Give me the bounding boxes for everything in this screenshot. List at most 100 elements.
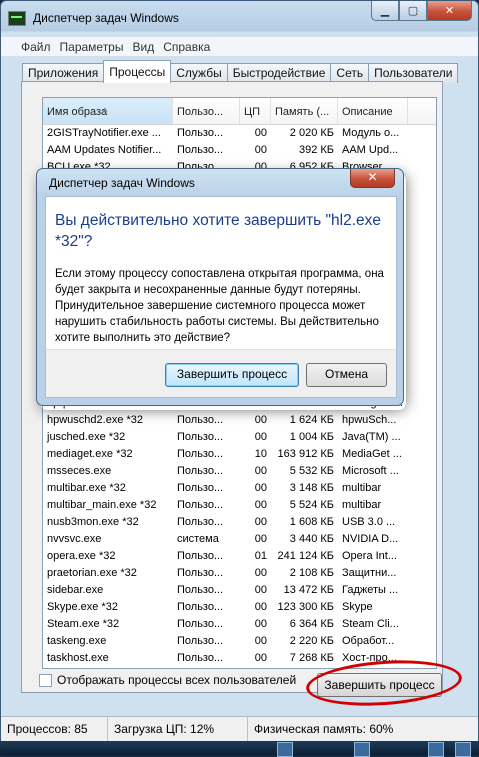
dialog-footer: Завершить процесс Отмена	[45, 349, 397, 398]
process-description: multibar	[342, 482, 382, 494]
process-name: msseces.exe	[47, 465, 112, 477]
column-memory[interactable]: Память (...	[271, 98, 338, 124]
menu-file[interactable]: Файл	[21, 37, 51, 56]
column-user[interactable]: Пользо...	[173, 98, 240, 124]
process-user: Пользо...	[177, 652, 224, 664]
process-memory: 3 148 КБ	[289, 482, 334, 494]
table-row[interactable]: nvvsvc.exe система 00 3 440 КБ NVIDIA D...	[43, 531, 436, 548]
process-cpu: 00	[254, 567, 267, 579]
process-cpu: 00	[254, 431, 267, 443]
process-user: Пользо...	[177, 584, 224, 596]
process-description: Обработ...	[342, 635, 395, 647]
process-cpu: 00	[254, 533, 267, 545]
table-row[interactable]: jusched.exe *32 Пользо... 00 1 004 КБ Java(T…	[43, 429, 436, 446]
process-description: multibar	[342, 499, 382, 511]
table-row[interactable]: multibar.exe *32 Пользо... 00 3 148 КБ multi…	[43, 480, 436, 497]
process-cpu: 00	[254, 652, 267, 664]
table-row[interactable]: mediaget.exe *32 Пользо... 10 163 912 КБ Med…	[43, 446, 436, 463]
column-image-name[interactable]: ▲ Имя образа	[43, 98, 173, 124]
status-cpu: Загрузка ЦП: 12%	[108, 717, 248, 741]
task-manager-icon	[8, 11, 26, 26]
process-user: Пользо...	[177, 431, 224, 443]
checkbox-icon[interactable]	[39, 673, 52, 687]
process-name: multibar_main.exe *32	[47, 499, 157, 511]
table-row[interactable]: sidebar.exe Пользо... 00 13 472 КБ Гаджеты .…	[43, 582, 436, 599]
table-header: ▲ Имя образа Пользо... ЦП Память (... Оп…	[43, 98, 436, 125]
process-cpu: 00	[254, 482, 267, 494]
process-description: Хост-про...	[342, 652, 397, 664]
process-memory: 123 300 КБ	[277, 601, 334, 613]
process-user: Пользо...	[177, 550, 224, 562]
tab-strip: Приложения Процессы Службы Быстродействи…	[22, 60, 459, 83]
process-description: NVIDIA D...	[342, 533, 399, 545]
process-description: Steam Cli...	[342, 618, 399, 630]
tab-processes[interactable]: Процессы	[103, 60, 172, 83]
column-description[interactable]: Описание	[338, 98, 408, 124]
process-user: Пользо...	[177, 414, 224, 426]
process-cpu: 00	[254, 635, 267, 647]
process-memory: 5 524 КБ	[289, 499, 334, 511]
table-row[interactable]: taskhost.exe Пользо... 00 7 268 КБ Хост-про.…	[43, 650, 436, 667]
close-icon[interactable]: ✕	[350, 169, 395, 188]
process-cpu: 00	[254, 465, 267, 477]
table-row[interactable]: opera.exe *32 Пользо... 01 241 124 КБ Opera …	[43, 548, 436, 565]
process-memory: 6 364 КБ	[289, 618, 334, 630]
menu-help[interactable]: Справка	[163, 37, 210, 56]
dialog-message: Если этому процессу сопоставлена открыта…	[55, 268, 384, 344]
process-name: Skype.exe *32	[47, 601, 118, 613]
process-cpu: 00	[254, 127, 267, 139]
process-user: Пользо...	[177, 516, 224, 528]
process-name: mediaget.exe *32	[47, 448, 133, 460]
confirm-end-process-button[interactable]: Завершить процесс	[165, 363, 299, 387]
process-cpu: 00	[254, 499, 267, 511]
table-row[interactable]: taskeng.exe Пользо... 00 2 220 КБ Обработ...	[43, 633, 436, 650]
end-process-button[interactable]: Завершить процесс	[317, 673, 442, 697]
table-row[interactable]: Skype.exe *32 Пользо... 00 123 300 КБ Skype	[43, 599, 436, 616]
close-icon[interactable]: ✕	[427, 1, 472, 21]
tab-users[interactable]: Пользователи	[368, 63, 459, 83]
maximize-icon[interactable]: ▢	[399, 1, 427, 21]
sort-up-icon: ▲	[101, 105, 109, 114]
process-name: sidebar.exe	[47, 584, 104, 596]
status-processes: Процессов: 85	[1, 717, 108, 741]
process-name: nusb3mon.exe *32	[47, 516, 139, 528]
tab-network[interactable]: Сеть	[330, 63, 370, 83]
show-all-processes[interactable]: Отображать процессы всех пользователей	[39, 673, 296, 687]
tab-services[interactable]: Службы	[170, 63, 228, 83]
process-description: USB 3.0 ...	[342, 516, 396, 528]
process-description: Opera Int...	[342, 550, 398, 562]
table-row[interactable]: multibar_main.exe *32 Пользо... 00 5 524 КБ…	[43, 497, 436, 514]
process-user: система	[177, 533, 219, 545]
process-cpu: 00	[254, 144, 267, 156]
process-description: Microsoft ...	[342, 465, 399, 477]
process-memory: 1 608 КБ	[289, 516, 334, 528]
menu-view[interactable]: Вид	[132, 37, 154, 56]
column-cpu[interactable]: ЦП	[240, 98, 271, 124]
tab-applications[interactable]: Приложения	[22, 63, 105, 83]
table-row[interactable]: msseces.exe Пользо... 00 5 532 КБ Microsoft …	[43, 463, 436, 480]
process-name: hpwuschd2.exe *32	[47, 414, 144, 426]
process-name: praetorian.exe *32	[47, 567, 137, 579]
process-cpu: 00	[254, 584, 267, 596]
table-row[interactable]: AAM Updates Notifier... Пользо... 00 392 КБ…	[43, 142, 436, 159]
table-row[interactable]: nusb3mon.exe *32 Пользо... 00 1 608 КБ USB 3…	[43, 514, 436, 531]
minimize-icon[interactable]: ▁	[371, 1, 399, 21]
tab-performance[interactable]: Быстродействие	[226, 63, 332, 83]
process-memory: 392 КБ	[298, 144, 334, 156]
process-description: Модуль о...	[342, 127, 400, 139]
window-title: Диспетчер задач Windows	[33, 11, 179, 25]
table-row[interactable]: hpwuschd2.exe *32 Пользо... 00 1 624 КБ hpwu…	[43, 412, 436, 429]
process-memory: 2 220 КБ	[289, 635, 334, 647]
table-row[interactable]: 2GISTrayNotifier.exe ... Пользо... 00 2 020…	[43, 125, 436, 142]
table-row[interactable]: praetorian.exe *32 Пользо... 00 2 108 КБ Защ…	[43, 565, 436, 582]
process-name: opera.exe *32	[47, 550, 116, 562]
process-user: Пользо...	[177, 601, 224, 613]
process-memory: 2 020 КБ	[289, 127, 334, 139]
process-name: nvvsvc.exe	[47, 533, 102, 545]
title-bar[interactable]: Диспетчер задач Windows ▁ ▢ ✕	[1, 1, 478, 35]
table-row[interactable]: Steam.exe *32 Пользо... 00 6 364 КБ Steam Cl…	[43, 616, 436, 633]
menu-options[interactable]: Параметры	[60, 37, 124, 56]
show-all-label: Отображать процессы всех пользователей	[57, 673, 297, 687]
process-cpu: 01	[254, 550, 267, 562]
cancel-button[interactable]: Отмена	[306, 363, 387, 387]
